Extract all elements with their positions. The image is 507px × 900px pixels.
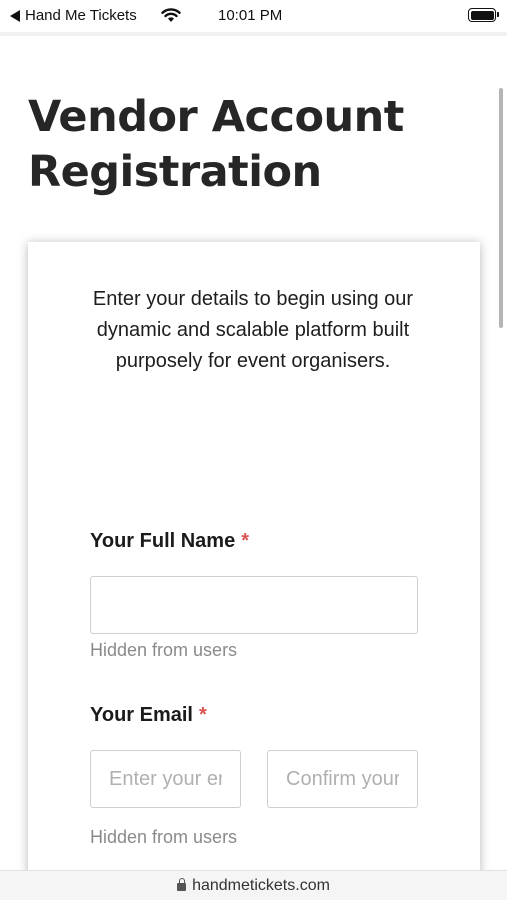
page-title: Vendor Account Registration <box>28 92 404 197</box>
registration-form-card: Enter your details to begin using our dy… <box>28 242 480 882</box>
full-name-help-text: Hidden from users <box>90 640 238 660</box>
full-name-label-text: Your Full Name <box>90 530 236 552</box>
browser-address-bar[interactable]: handmetickets.com <box>0 870 507 900</box>
back-arrow-icon <box>10 9 20 22</box>
email-help-text: Hidden from users <box>90 827 238 847</box>
full-name-label: Your Full Name * <box>90 530 249 553</box>
required-mark: * <box>241 530 250 552</box>
email-label: Your Email * <box>90 704 207 727</box>
form-intro-text: Enter your details to begin using our dy… <box>92 288 414 372</box>
back-app-label: Hand Me Tickets <box>25 7 137 24</box>
email-label-text: Your Email <box>90 704 193 726</box>
scroll-indicator[interactable] <box>499 88 503 328</box>
wifi-icon <box>161 8 181 22</box>
back-to-app-button[interactable]: Hand Me Tickets <box>10 7 137 24</box>
clock: 10:01 PM <box>218 7 283 24</box>
url-text: handmetickets.com <box>192 876 330 894</box>
full-name-input[interactable] <box>90 576 418 634</box>
status-bar: Hand Me Tickets 10:01 PM <box>0 0 507 32</box>
confirm-email-input[interactable] <box>267 750 418 808</box>
battery-icon <box>468 8 499 22</box>
topbar-divider <box>0 32 507 36</box>
email-input[interactable] <box>90 750 241 808</box>
lock-icon <box>177 878 187 891</box>
required-mark: * <box>199 704 207 726</box>
